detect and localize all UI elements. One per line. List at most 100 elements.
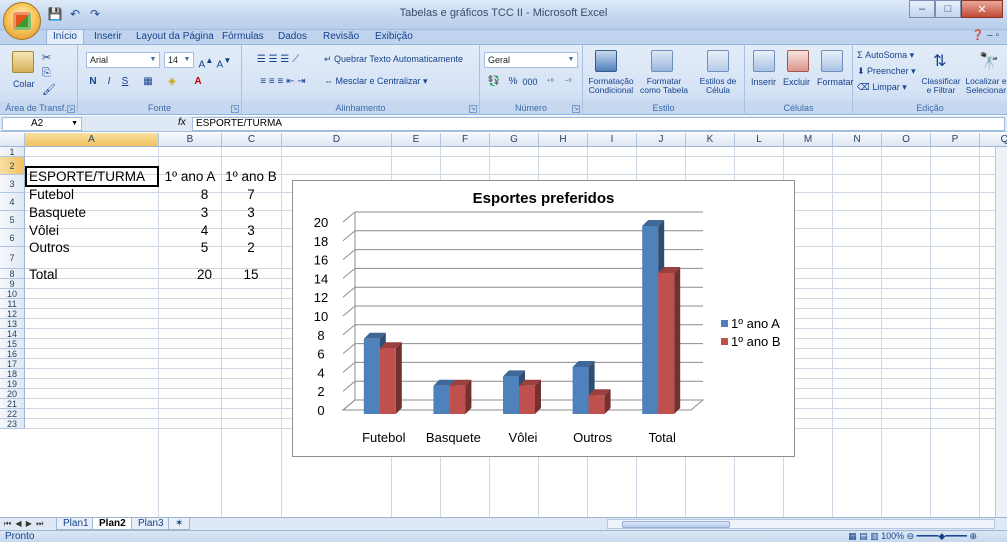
find-icon[interactable]: 🔭 <box>979 51 999 71</box>
column-header-b[interactable]: B <box>159 133 222 147</box>
find-select-button[interactable]: Localizar e Selecionar <box>963 77 1007 95</box>
cell-a3[interactable]: Futebol <box>29 187 74 203</box>
row-header-16[interactable]: 16 <box>0 349 25 359</box>
maximize-button[interactable]: □ <box>935 0 961 18</box>
cell-c4[interactable]: 3 <box>222 205 280 221</box>
tab-inserir[interactable]: Inserir <box>88 30 128 44</box>
number-launcher[interactable]: ↘ <box>572 105 580 113</box>
row-header-4[interactable]: 4 <box>0 193 25 211</box>
cell-a6[interactable]: Outros <box>29 240 70 256</box>
row-header-20[interactable]: 20 <box>0 389 25 399</box>
column-header-h[interactable]: H <box>539 133 588 147</box>
row-header-22[interactable]: 22 <box>0 409 25 419</box>
italic-button[interactable]: I <box>102 74 116 90</box>
row-header-3[interactable]: 3 <box>0 175 25 193</box>
minimize-button[interactable]: – <box>909 0 935 18</box>
column-header-m[interactable]: M <box>784 133 833 147</box>
column-header-g[interactable]: G <box>490 133 539 147</box>
formula-input[interactable]: ESPORTE/TURMA <box>192 117 1005 131</box>
row-header-14[interactable]: 14 <box>0 329 25 339</box>
shrink-font-icon[interactable]: A▼ <box>216 52 232 70</box>
column-header-l[interactable]: L <box>735 133 784 147</box>
paste-button[interactable]: Colar <box>13 79 35 89</box>
row-header-15[interactable]: 15 <box>0 339 25 349</box>
insert-cells-icon[interactable] <box>753 50 775 72</box>
row-header-13[interactable]: 13 <box>0 319 25 329</box>
column-header-n[interactable]: N <box>833 133 882 147</box>
number-format-combo[interactable]: Geral ▼ <box>484 52 578 68</box>
font-launcher[interactable]: ↘ <box>231 105 239 113</box>
conditional-format-icon[interactable] <box>595 50 617 72</box>
tab-layout-da-pagina[interactable]: Layout da Página <box>130 30 220 44</box>
row-header-12[interactable]: 12 <box>0 309 25 319</box>
cell-c7[interactable]: 15 <box>222 267 280 283</box>
fill-color-icon[interactable]: ◈ <box>162 74 182 90</box>
percent-button[interactable]: % <box>506 74 520 90</box>
sheet-tab-plan3[interactable]: Plan3 <box>131 518 171 530</box>
bold-button[interactable]: N <box>86 74 100 90</box>
column-header-k[interactable]: K <box>686 133 735 147</box>
office-button[interactable] <box>3 2 41 40</box>
row-header-5[interactable]: 5 <box>0 211 25 229</box>
column-header-i[interactable]: I <box>588 133 637 147</box>
sheet-nav-arrows[interactable]: ⏮ ◀ ▶ ⏭ <box>4 518 44 530</box>
font-name-combo[interactable]: Arial ▼ <box>86 52 160 68</box>
column-header-p[interactable]: P <box>931 133 980 147</box>
font-size-combo[interactable]: 14 ▼ <box>164 52 194 68</box>
vertical-scrollbar[interactable] <box>995 147 1007 517</box>
cell-a5[interactable]: Vôlei <box>29 223 59 239</box>
format-table-button[interactable]: Formatar como Tabela <box>639 77 689 95</box>
format-painter-icon[interactable]: 🖌 <box>42 83 56 96</box>
cell-c2[interactable]: 1º ano B <box>222 169 280 185</box>
chart[interactable]: Esportes preferidos 0 2 4 6 8 10 12 14 16 18 20 Fut… <box>292 180 795 457</box>
cell-styles-button[interactable]: Estilos de Célula <box>693 77 743 95</box>
insert-cells-button[interactable]: Inserir <box>751 77 776 87</box>
alignment-launcher[interactable]: ↘ <box>469 105 477 113</box>
delete-cells-icon[interactable] <box>787 50 809 72</box>
increase-decimal-icon[interactable]: ⁺⁰ <box>542 74 558 90</box>
autosum-button[interactable]: Σ AutoSoma ▾ <box>857 50 914 61</box>
cell-c6[interactable]: 2 <box>222 240 280 256</box>
row-header-17[interactable]: 17 <box>0 359 25 369</box>
copy-icon[interactable]: ⎘ <box>42 67 51 80</box>
column-header-e[interactable]: E <box>392 133 441 147</box>
select-all-corner[interactable] <box>0 133 25 147</box>
cell-c3[interactable]: 7 <box>222 187 280 203</box>
tab-formulas[interactable]: Fórmulas <box>216 30 270 44</box>
column-header-f[interactable]: F <box>441 133 490 147</box>
font-color-icon[interactable]: A <box>188 74 208 90</box>
row-header-19[interactable]: 19 <box>0 379 25 389</box>
zoom-level[interactable]: ▦ ▤ ▥ 100% ⊖ ━━━━◆━━━━ ⊕ <box>848 531 977 542</box>
sort-filter-icon[interactable]: ⇅ <box>933 51 946 71</box>
row-header-9[interactable]: 9 <box>0 279 25 289</box>
column-header-a[interactable]: A <box>25 133 159 147</box>
wrap-text-button[interactable]: ↵ Quebrar Texto Automaticamente <box>324 54 463 65</box>
column-header-c[interactable]: C <box>222 133 282 147</box>
row-header-8[interactable]: 8 <box>0 269 25 279</box>
cell-a4[interactable]: Basquete <box>29 205 86 221</box>
grow-font-icon[interactable]: A▲ <box>198 52 214 70</box>
delete-cells-button[interactable]: Excluir <box>783 77 810 87</box>
clipboard-launcher[interactable]: ↘ <box>67 105 75 113</box>
row-header-1[interactable]: 1 <box>0 147 25 157</box>
row-header-7[interactable]: 7 <box>0 247 25 269</box>
decrease-decimal-icon[interactable]: ⁻⁰ <box>560 74 576 90</box>
cell-a7[interactable]: Total <box>29 267 58 283</box>
cell-b2[interactable]: 1º ano A <box>159 169 221 185</box>
horizontal-scrollbar[interactable] <box>607 519 995 529</box>
column-header-o[interactable]: O <box>882 133 931 147</box>
close-button[interactable]: ✕ <box>961 0 1003 18</box>
format-table-icon[interactable] <box>651 50 673 72</box>
horizontal-scroll-thumb[interactable] <box>622 521 730 528</box>
sheet-tab-plan1[interactable]: Plan1 <box>56 518 96 530</box>
clear-button[interactable]: ⌫ Limpar ▾ <box>857 82 907 93</box>
insert-sheet-icon[interactable]: ✶ <box>168 518 191 530</box>
help-icon[interactable]: ❓ – ▫ <box>972 30 999 41</box>
row-header-6[interactable]: 6 <box>0 229 25 247</box>
cell-styles-icon[interactable] <box>707 50 729 72</box>
sort-filter-button[interactable]: Classificar e Filtrar <box>919 77 963 95</box>
vertical-align-icons[interactable]: ☰ ☰ ☰ ⟋ <box>248 52 308 68</box>
underline-button[interactable]: S <box>118 74 132 90</box>
tab-dados[interactable]: Dados <box>272 30 313 44</box>
merge-center-button[interactable]: ⇔ Mesclar e Centralizar ▾ <box>324 76 428 87</box>
